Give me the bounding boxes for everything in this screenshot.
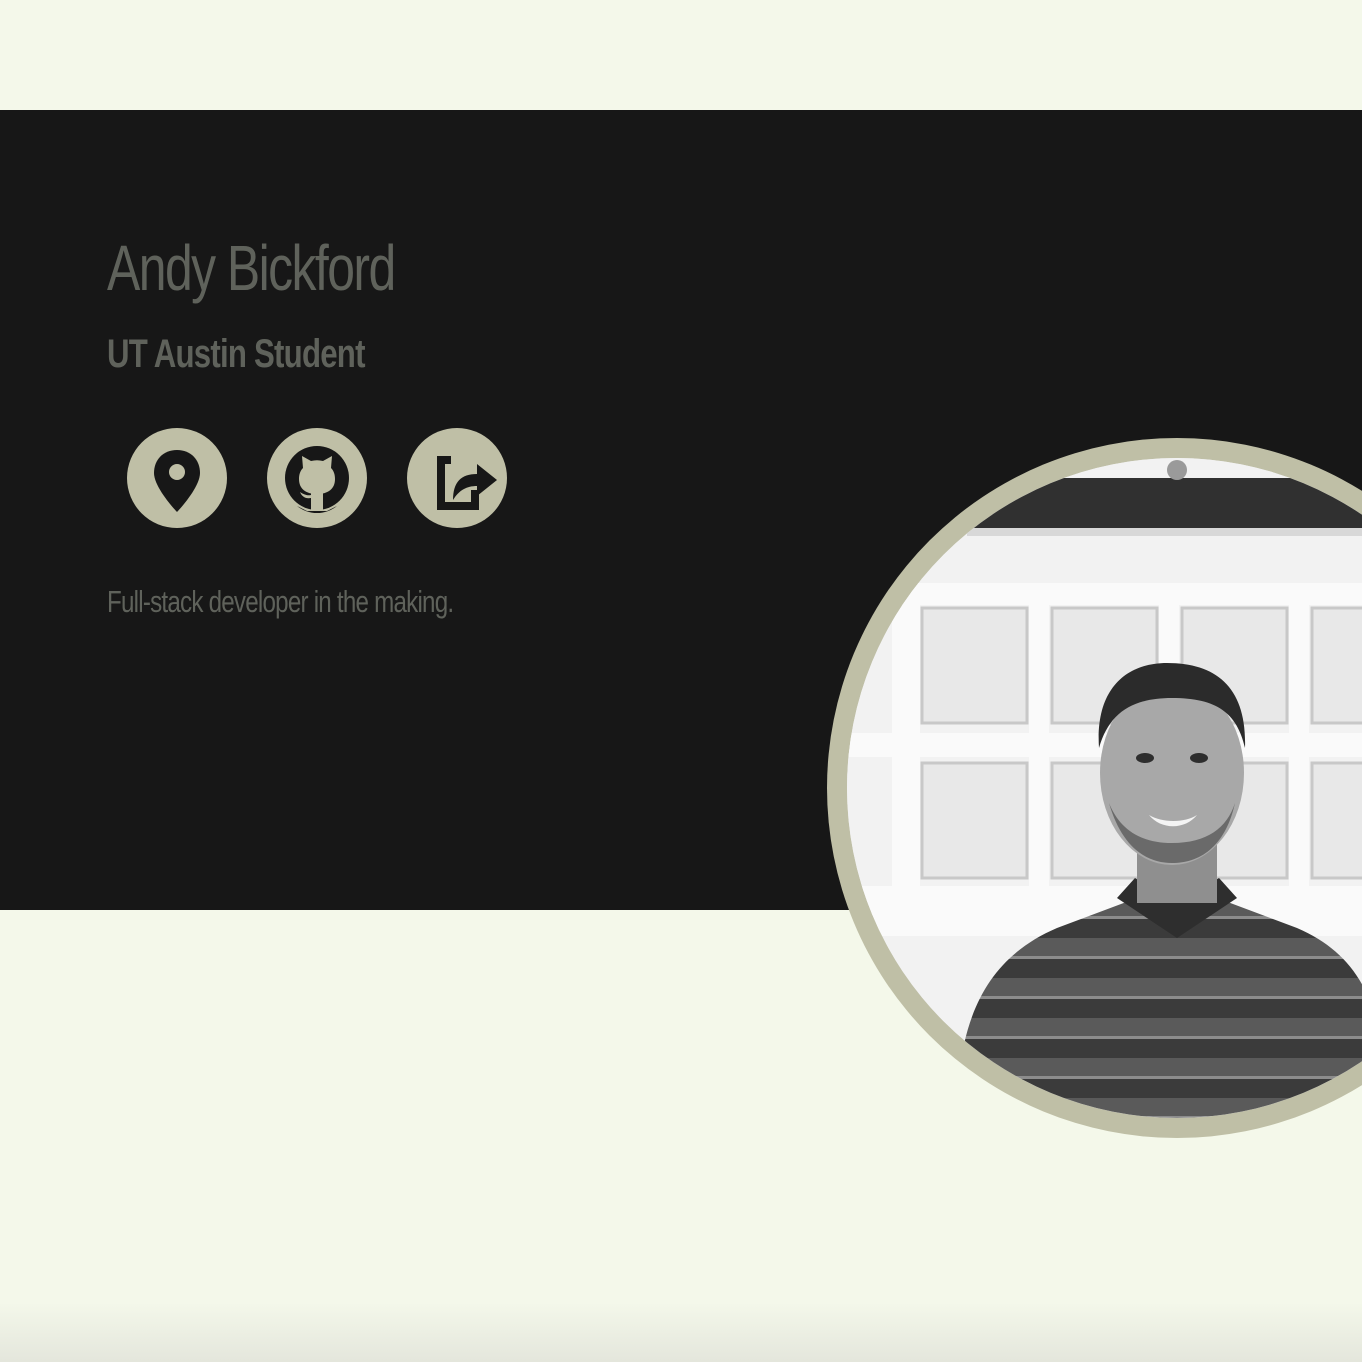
map-marker-icon: [154, 450, 200, 512]
social-links: [127, 428, 507, 528]
location-link[interactable]: [127, 428, 227, 528]
profile-photo: [847, 458, 1362, 1118]
profile-tagline: Full-stack developer in the making.: [107, 584, 454, 619]
github-link[interactable]: [267, 428, 367, 528]
share-icon: [437, 456, 497, 510]
github-icon: [285, 446, 349, 514]
profile-name: Andy Bickford: [107, 232, 396, 304]
bottom-shade: [0, 1302, 1362, 1362]
profile-subtitle: UT Austin Student: [107, 332, 365, 376]
share-link[interactable]: [407, 428, 507, 528]
page: Andy Bickford UT Austin Student Full-sta…: [0, 0, 1362, 1362]
